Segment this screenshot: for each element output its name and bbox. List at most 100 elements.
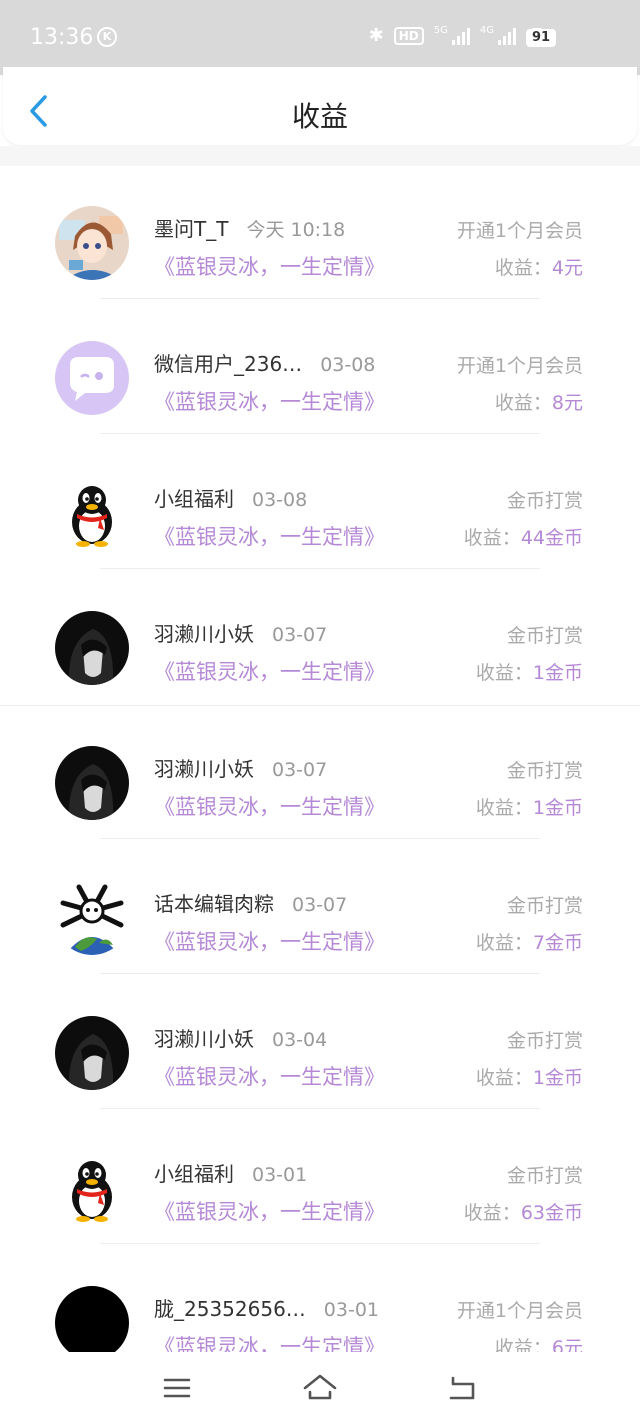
- bluetooth-icon: ✱: [368, 25, 384, 46]
- penguin-avatar: [55, 476, 129, 550]
- user-name: 小组福利 03-01: [154, 1158, 307, 1187]
- user-name: 羽濑川小妖 03-04: [154, 1023, 327, 1052]
- record-date: 今天 10:18: [246, 219, 346, 241]
- list-item[interactable]: 小组福利 03-01 《蓝银灵冰，一生定情》 金币打赏 收益：63金币: [0, 1111, 640, 1246]
- user-name: 墨问T_T 今天 10:18: [154, 213, 345, 242]
- user-name: 羽濑川小妖 03-07: [154, 753, 327, 782]
- record-date: 03-07: [272, 759, 328, 781]
- status-icons: ✱ HD 5G 4G: [369, 25, 548, 46]
- user-name-text: 羽濑川小妖: [154, 622, 254, 646]
- list-item[interactable]: 墨问T_T 今天 10:18 《蓝银灵冰，一生定情》 开通1个月会员 收益：4元: [0, 166, 640, 301]
- earning: 收益：1金币: [476, 793, 583, 820]
- earning: 收益：4元: [495, 253, 583, 280]
- earnings-list: 墨问T_T 今天 10:18 《蓝银灵冰，一生定情》 开通1个月会员 收益：4元 …: [0, 166, 640, 1381]
- action-type: 金币打赏: [506, 895, 583, 917]
- user-name: 话本编辑肉粽 03-07: [154, 888, 347, 917]
- black-circle-avatar: [55, 1286, 129, 1360]
- earning-label: 收益：: [494, 257, 552, 279]
- action-type: 金币打赏: [506, 625, 583, 647]
- earning-amount: 63金币: [520, 1202, 583, 1224]
- earning-label: 收益：: [475, 1067, 533, 1089]
- home-icon[interactable]: [302, 1372, 338, 1402]
- action-type: 开通1个月会员: [456, 1300, 583, 1322]
- user-name-text: 胧_25352656…: [154, 1297, 306, 1321]
- menu-icon[interactable]: [163, 1377, 191, 1399]
- earning-label: 收益：: [494, 392, 552, 414]
- user-name-text: 小组福利: [154, 1162, 234, 1186]
- dark-hood-avatar: [55, 611, 129, 685]
- earning: 收益：7金币: [476, 928, 583, 955]
- record-date: 03-01: [252, 1164, 308, 1186]
- action-type: 金币打赏: [506, 1165, 583, 1187]
- earning-amount: 1金币: [532, 662, 583, 684]
- earning: 收益：63金币: [464, 1198, 583, 1225]
- earning-amount: 44金币: [520, 527, 583, 549]
- earning-label: 收益：: [463, 1202, 521, 1224]
- status-bar: 13:36 K ✱ HD 5G 4G 91: [0, 0, 640, 75]
- user-name-text: 微信用户_236…: [154, 352, 303, 376]
- net-5g-label: 5G: [433, 25, 448, 36]
- header-gap: [0, 146, 640, 166]
- divider: [100, 298, 540, 299]
- action-type: 开通1个月会员: [456, 355, 583, 377]
- action-type: 金币打赏: [506, 760, 583, 782]
- user-name: 微信用户_236… 03-08: [154, 348, 375, 377]
- divider: [100, 838, 540, 839]
- book-title: 《蓝银灵冰，一生定情》: [154, 660, 385, 684]
- earning-label: 收益：: [463, 527, 521, 549]
- earning-amount: 8元: [551, 392, 583, 414]
- earning: 收益：1金币: [476, 1063, 583, 1090]
- record-date: 03-08: [252, 489, 308, 511]
- user-name: 羽濑川小妖 03-07: [154, 618, 327, 647]
- user-name-text: 墨问T_T: [154, 217, 229, 241]
- list-item[interactable]: 羽濑川小妖 03-04 《蓝银灵冰，一生定情》 金币打赏 收益：1金币: [0, 976, 640, 1111]
- book-title: 《蓝银灵冰，一生定情》: [154, 795, 385, 819]
- divider: [100, 1108, 540, 1109]
- signal-5g-icon: [451, 27, 470, 45]
- globe-creature-avatar: [55, 881, 129, 955]
- earning-label: 收益：: [475, 662, 533, 684]
- book-title: 《蓝银灵冰，一生定情》: [154, 525, 385, 549]
- user-name-text: 话本编辑肉粽: [154, 892, 274, 916]
- net-4g-label: 4G: [479, 25, 494, 36]
- list-item[interactable]: 小组福利 03-08 《蓝银灵冰，一生定情》 金币打赏 收益：44金币: [0, 436, 640, 571]
- divider: [100, 568, 540, 569]
- dark-hood-avatar: [55, 1016, 129, 1090]
- book-title: 《蓝银灵冰，一生定情》: [154, 255, 385, 279]
- dark-hood-avatar: [55, 746, 129, 820]
- user-name: 胧_25352656… 03-01: [154, 1293, 379, 1322]
- return-icon[interactable]: [447, 1374, 479, 1402]
- book-title: 《蓝银灵冰，一生定情》: [154, 1200, 385, 1224]
- hd-icon: HD: [393, 26, 424, 45]
- action-type: 开通1个月会员: [456, 220, 583, 242]
- k-badge-icon: K: [97, 27, 117, 47]
- book-title: 《蓝银灵冰，一生定情》: [154, 930, 385, 954]
- earning-amount: 1金币: [532, 797, 583, 819]
- battery-icon: 91: [526, 29, 556, 47]
- earning-label: 收益：: [475, 797, 533, 819]
- record-date: 03-07: [272, 624, 328, 646]
- list-item[interactable]: 羽濑川小妖 03-07 《蓝银灵冰，一生定情》 金币打赏 收益：1金币: [0, 571, 640, 706]
- list-item[interactable]: 微信用户_236… 03-08 《蓝银灵冰，一生定情》 开通1个月会员 收益：8元: [0, 301, 640, 436]
- earning-amount: 1金币: [532, 1067, 583, 1089]
- book-title: 《蓝银灵冰，一生定情》: [154, 1065, 385, 1089]
- record-date: 03-07: [292, 894, 348, 916]
- user-name-text: 羽濑川小妖: [154, 757, 254, 781]
- user-name-text: 小组福利: [154, 487, 234, 511]
- earning-amount: 4元: [551, 257, 583, 279]
- chat-bubble-avatar: [55, 341, 129, 415]
- penguin-avatar: [55, 1151, 129, 1225]
- list-item[interactable]: 羽濑川小妖 03-07 《蓝银灵冰，一生定情》 金币打赏 收益：1金币: [0, 706, 640, 841]
- record-date: 03-04: [272, 1029, 328, 1051]
- app-header: 收益: [3, 67, 637, 145]
- action-type: 金币打赏: [506, 490, 583, 512]
- earning: 收益：44金币: [464, 523, 583, 550]
- divider: [100, 973, 540, 974]
- anime-girl-avatar: [55, 206, 129, 280]
- list-item[interactable]: 话本编辑肉粽 03-07 《蓝银灵冰，一生定情》 金币打赏 收益：7金币: [0, 841, 640, 976]
- status-time: 13:36: [30, 25, 94, 50]
- divider: [100, 1243, 540, 1244]
- earning-amount: 7金币: [532, 932, 583, 954]
- earning-label: 收益：: [475, 932, 533, 954]
- earning: 收益：8元: [495, 388, 583, 415]
